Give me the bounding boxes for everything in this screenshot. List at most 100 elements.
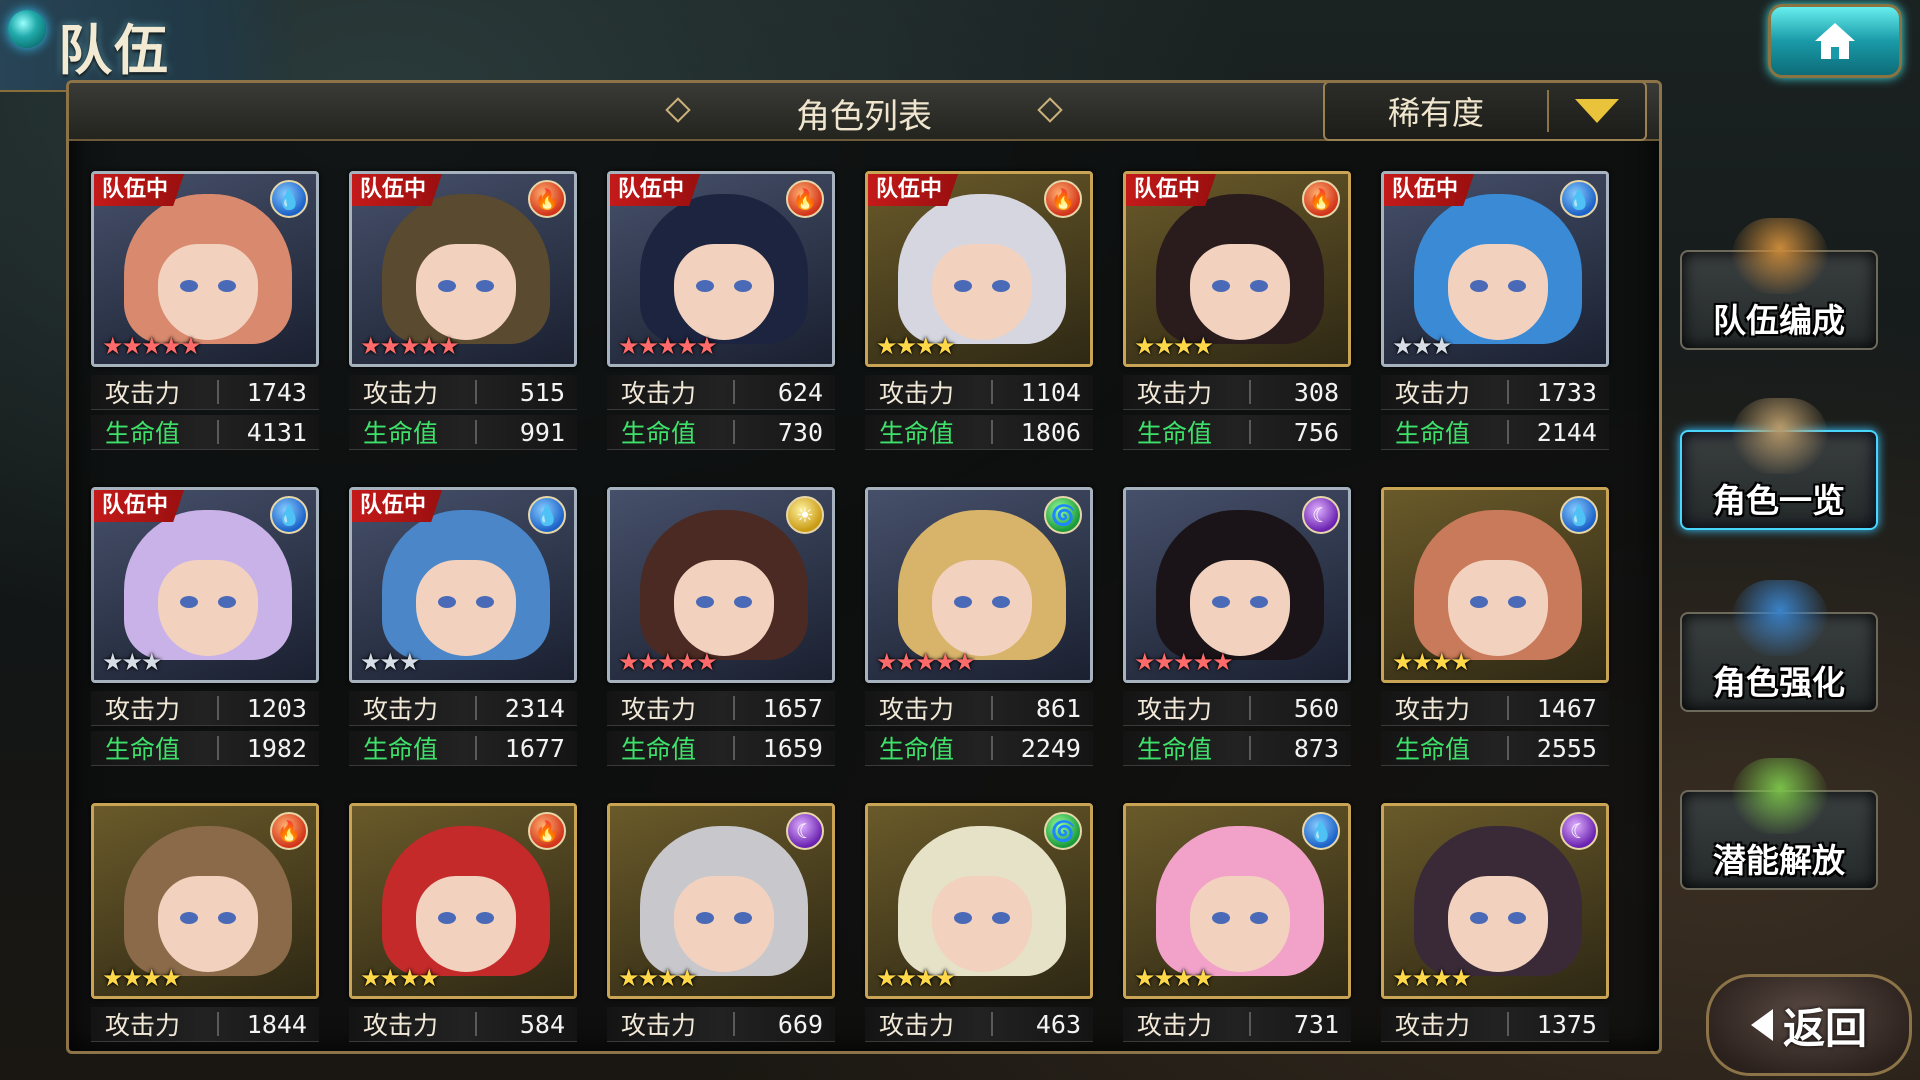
character-card[interactable]: 队伍中 🔥 ★★★★★ 攻击力 624 生命值 730 [607, 171, 835, 471]
rarity-stars-icon: ★★★ [102, 648, 163, 676]
character-portrait[interactable]: 队伍中 🔥 ★★★★★ [349, 171, 577, 367]
character-portrait[interactable]: 队伍中 💧 ★★★ [91, 487, 319, 683]
character-portrait[interactable]: ☀ ★★★★★ [607, 487, 835, 683]
character-portrait[interactable]: 队伍中 🔥 ★★★★ [865, 171, 1093, 367]
back-button[interactable]: 返回 [1706, 974, 1912, 1076]
stat-value: 669 [777, 1009, 823, 1039]
character-portrait[interactable]: 🌀 ★★★★★ [865, 487, 1093, 683]
character-card[interactable]: 队伍中 💧 ★★★ 攻击力 1733 生命值 2144 [1381, 171, 1609, 471]
character-portrait[interactable]: 🔥 ★★★★ [349, 803, 577, 999]
character-card[interactable]: 队伍中 🔥 ★★★★★ 攻击力 515 生命值 991 [349, 171, 577, 471]
hp-stat: 生命值 2555 [1381, 731, 1609, 766]
character-card[interactable]: 💧 ★★★★ 攻击力 731 [1123, 803, 1351, 1051]
character-portrait[interactable]: 💧 ★★★★ [1381, 487, 1609, 683]
wind-element-icon: 🌀 [1044, 812, 1082, 850]
enhance-card-icon [1732, 580, 1828, 656]
character-card[interactable]: ☀ ★★★★★ 攻击力 1657 生命值 1659 [607, 487, 835, 787]
character-card[interactable]: 🌀 ★★★★★ 攻击力 861 生命值 2249 [865, 487, 1093, 787]
character-card[interactable]: 🌀 ★★★★ 攻击力 463 [865, 803, 1093, 1051]
rarity-stars-icon: ★★★★★ [1134, 648, 1234, 676]
stat-label: 生命值 [1395, 735, 1471, 764]
attack-stat: 攻击力 1203 [91, 691, 319, 726]
in-team-badge: 队伍中 [352, 174, 443, 206]
title-bar: 队伍 [0, 0, 300, 92]
attack-stat: 攻击力 1375 [1381, 1007, 1609, 1042]
stat-label: 生命值 [1395, 419, 1471, 448]
rarity-stars-icon: ★★★★ [876, 964, 956, 992]
menu-button-1[interactable]: 队伍编成 [1680, 218, 1878, 350]
character-portrait[interactable]: ☾ ★★★★ [1381, 803, 1609, 999]
character-card[interactable]: 🔥 ★★★★ 攻击力 584 [349, 803, 577, 1051]
stat-value: 4131 [246, 417, 307, 447]
rarity-stars-icon: ★★★★ [102, 964, 182, 992]
character-portrait[interactable]: 队伍中 🔥 ★★★★ [1123, 171, 1351, 367]
home-button[interactable] [1768, 4, 1902, 78]
attack-stat: 攻击力 1743 [91, 375, 319, 410]
page-title: 队伍 [58, 18, 170, 82]
stat-value: 873 [1293, 733, 1339, 763]
menu-label: 潜能解放 [1713, 841, 1845, 880]
wind-element-icon: 🌀 [1044, 496, 1082, 534]
rarity-stars-icon: ★★★★ [876, 332, 956, 360]
character-portrait[interactable]: 队伍中 🔥 ★★★★★ [607, 171, 835, 367]
menu-button-2[interactable]: 角色一览 [1680, 398, 1878, 530]
water-element-icon: 💧 [1302, 812, 1340, 850]
stat-value: 991 [519, 417, 565, 447]
character-portrait[interactable]: 🌀 ★★★★ [865, 803, 1093, 999]
character-portrait[interactable]: ☾ ★★★★ [607, 803, 835, 999]
menu-label: 队伍编成 [1713, 301, 1845, 340]
character-portrait[interactable]: 队伍中 💧 ★★★ [1381, 171, 1609, 367]
stat-label: 生命值 [621, 735, 697, 764]
character-card[interactable]: 队伍中 💧 ★★★ 攻击力 2314 生命值 1677 [349, 487, 577, 787]
character-card[interactable]: 🔥 ★★★★ 攻击力 1844 [91, 803, 319, 1051]
stat-value: 2144 [1536, 417, 1597, 447]
stat-label: 攻击力 [1137, 379, 1213, 408]
character-card[interactable]: 队伍中 🔥 ★★★★ 攻击力 1104 生命值 1806 [865, 171, 1093, 471]
menu-label: 角色一览 [1713, 481, 1845, 520]
character-card[interactable]: ☾ ★★★★★ 攻击力 560 生命值 873 [1123, 487, 1351, 787]
stat-label: 攻击力 [1395, 1011, 1471, 1040]
stat-label: 生命值 [879, 419, 955, 448]
stat-label: 攻击力 [363, 695, 439, 724]
character-portrait[interactable]: 队伍中 💧 ★★★★★ [91, 171, 319, 367]
menu-button-3[interactable]: 角色强化 [1680, 580, 1878, 712]
sort-dropdown[interactable]: 稀有度 [1323, 83, 1647, 141]
character-portrait[interactable]: ☾ ★★★★★ [1123, 487, 1351, 683]
stat-value: 861 [1035, 693, 1081, 723]
stat-value: 1733 [1536, 377, 1597, 407]
character-portrait[interactable]: 🔥 ★★★★ [91, 803, 319, 999]
fire-element-icon: 🔥 [786, 180, 824, 218]
rarity-stars-icon: ★★★★★ [618, 648, 718, 676]
menu-button-4[interactable]: 潜能解放 [1680, 758, 1878, 890]
fire-element-icon: 🔥 [270, 812, 308, 850]
attack-stat: 攻击力 861 [865, 691, 1093, 726]
hp-stat: 生命值 1659 [607, 731, 835, 766]
stat-value: 308 [1293, 377, 1339, 407]
character-card[interactable]: ☾ ★★★★ 攻击力 1375 [1381, 803, 1609, 1051]
attack-stat: 攻击力 1657 [607, 691, 835, 726]
dropdown-arrow-icon[interactable] [1575, 99, 1619, 123]
divider [1547, 90, 1549, 132]
stat-value: 1467 [1536, 693, 1597, 723]
dark-element-icon: ☾ [1302, 496, 1340, 534]
stat-value: 2314 [504, 693, 565, 723]
character-card[interactable]: 队伍中 💧 ★★★ 攻击力 1203 生命值 1982 [91, 487, 319, 787]
in-team-badge: 队伍中 [352, 490, 443, 522]
character-portrait[interactable]: 队伍中 💧 ★★★ [349, 487, 577, 683]
rarity-stars-icon: ★★★★ [360, 964, 440, 992]
character-card[interactable]: ☾ ★★★★ 攻击力 669 [607, 803, 835, 1051]
in-team-badge: 队伍中 [1126, 174, 1217, 206]
character-card[interactable]: 💧 ★★★★ 攻击力 1467 生命值 2555 [1381, 487, 1609, 787]
attack-stat: 攻击力 624 [607, 375, 835, 410]
attack-stat: 攻击力 584 [349, 1007, 577, 1042]
water-element-icon: 💧 [1560, 496, 1598, 534]
character-card[interactable]: 队伍中 🔥 ★★★★ 攻击力 308 生命值 756 [1123, 171, 1351, 471]
character-card[interactable]: 队伍中 💧 ★★★★★ 攻击力 1743 生命值 4131 [91, 171, 319, 471]
character-list-panel: 角色列表 稀有度 队伍中 💧 ★★★★★ 攻击力 1743 生命值 4131 队伍中 🔥 ★★★★… [66, 80, 1662, 1054]
fire-element-icon: 🔥 [1302, 180, 1340, 218]
menu-label: 角色强化 [1713, 663, 1845, 702]
stat-value: 1743 [246, 377, 307, 407]
in-team-badge: 队伍中 [1384, 174, 1475, 206]
stat-value: 1104 [1020, 377, 1081, 407]
character-portrait[interactable]: 💧 ★★★★ [1123, 803, 1351, 999]
